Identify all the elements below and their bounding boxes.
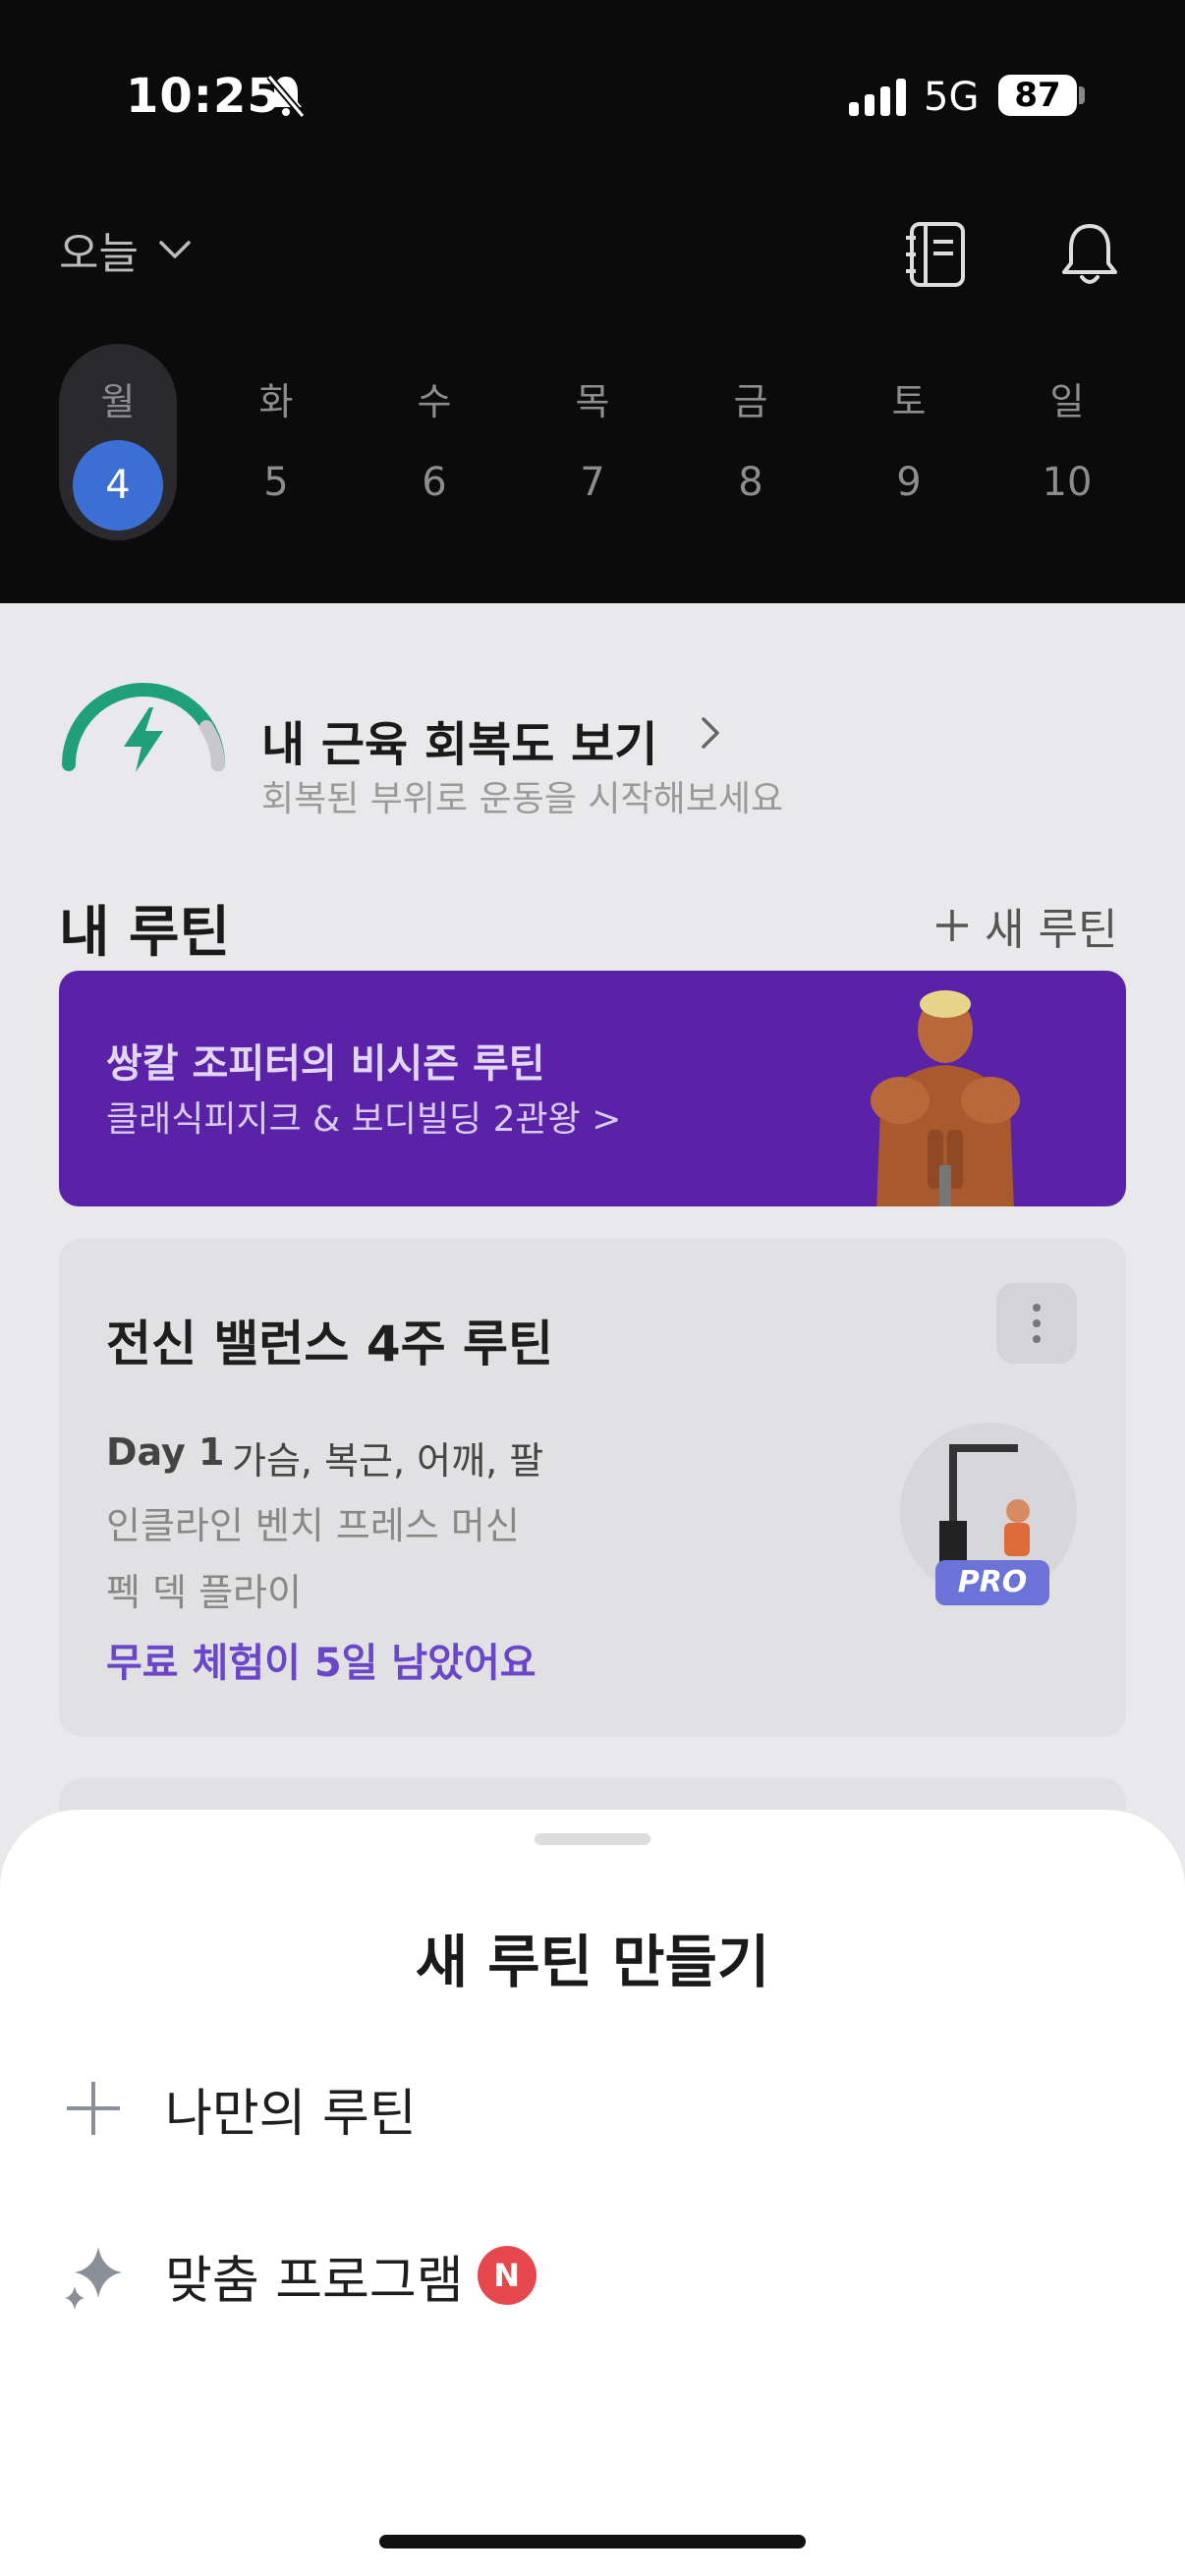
signal-strength-icon — [849, 77, 906, 116]
new-routine-button[interactable]: 새 루틴 — [933, 894, 1117, 957]
journal-icon[interactable] — [904, 220, 969, 289]
recovery-gauge-icon — [62, 683, 225, 772]
weekday-name: 화 — [258, 380, 294, 423]
new-routine-sheet: 새 루틴 만들기 나만의 루틴 맞춤 프로그램 N — [0, 1810, 1185, 2576]
weekday-date: 8 — [738, 460, 763, 505]
routine-body-parts: 가슴, 복근, 어깨, 팔 — [232, 1439, 544, 1483]
week-strip: 월 4 화 5 수 6 목 7 금 8 토 9 일 10 — [59, 344, 1126, 540]
option-label: 맞춤 프로그램 — [165, 2251, 464, 2311]
weekday-name: 월 — [100, 380, 136, 423]
battery-icon: 87 — [998, 75, 1077, 116]
pro-badge: PRO — [935, 1560, 1049, 1605]
day-selector[interactable]: 오늘 — [59, 218, 192, 281]
muscle-recovery-banner[interactable]: 내 근육 회복도 보기 회복된 부위로 운동을 시작해보세요 — [59, 654, 1140, 819]
routine-title: 전신 밸런스 4주 루틴 — [106, 1316, 554, 1372]
chevron-right-icon — [702, 717, 719, 749]
exercise-item: 펙 덱 플라이 — [106, 1571, 302, 1614]
weekday-sat[interactable]: 토 9 — [850, 344, 968, 540]
trial-remaining-text[interactable]: 무료 체험이 5일 남았어요 — [106, 1631, 536, 1688]
network-type: 5G — [924, 75, 980, 120]
recovery-subtitle: 회복된 부위로 운동을 시작해보세요 — [261, 779, 784, 819]
weekday-date: 9 — [896, 460, 922, 505]
weekday-thu[interactable]: 목 7 — [534, 344, 651, 540]
recovery-title: 내 근육 회복도 보기 — [261, 717, 658, 772]
weekday-sun[interactable]: 일 10 — [1008, 344, 1126, 540]
silent-mode-icon — [266, 74, 306, 118]
promo-subtitle: 클래식피지크 & 보디빌딩 2관왕 > — [106, 1099, 622, 1140]
custom-routine-option[interactable]: 나만의 루틴 — [59, 2059, 943, 2157]
promo-banner[interactable]: 쌍칼 조피터의 비시즌 루틴 클래식피지크 & 보디빌딩 2관왕 > — [59, 971, 1126, 1206]
sheet-title: 새 루틴 만들기 — [415, 1929, 770, 1995]
weekday-date: 4 — [73, 440, 163, 531]
status-bar: 10:25 5G 87 — [0, 0, 1185, 196]
weekday-name: 일 — [1049, 380, 1085, 423]
custom-program-option[interactable]: 맞춤 프로그램 N — [59, 2226, 943, 2324]
weekday-tue[interactable]: 화 5 — [217, 344, 335, 540]
plus-icon — [67, 2082, 120, 2135]
promo-title: 쌍칼 조피터의 비시즌 루틴 — [106, 1041, 545, 1087]
battery-cap — [1079, 86, 1085, 104]
weekday-date: 10 — [1042, 460, 1093, 505]
sparkle-icon — [65, 2247, 122, 2310]
routine-day-label: Day 1 — [106, 1430, 225, 1474]
weekday-date: 5 — [263, 460, 289, 505]
weekday-name: 금 — [733, 380, 768, 423]
weekday-fri[interactable]: 금 8 — [692, 344, 810, 540]
weekday-name: 목 — [575, 380, 610, 423]
option-label: 나만의 루틴 — [165, 2084, 417, 2144]
routine-card[interactable]: 전신 밸런스 4주 루틴 Day 1 가슴, 복근, 어깨, 팔 인클라인 벤치… — [59, 1238, 1126, 1737]
weekday-date: 7 — [580, 460, 605, 505]
more-options-button[interactable] — [996, 1283, 1077, 1364]
weekday-name: 토 — [891, 380, 927, 423]
routines-section-title: 내 루틴 — [59, 901, 231, 965]
weekday-wed[interactable]: 수 6 — [375, 344, 493, 540]
chevron-down-icon — [159, 241, 191, 258]
top-bar: 오늘 월 4 화 5 수 6 목 7 금 8 토 9 일 10 — [0, 196, 1185, 603]
day-selector-label: 오늘 — [59, 229, 139, 279]
sheet-grabber[interactable] — [535, 1833, 650, 1845]
weekday-name: 수 — [417, 380, 452, 423]
new-badge: N — [477, 2246, 536, 2305]
bodybuilder-image — [871, 990, 1020, 1206]
exercise-item: 인클라인 벤치 프레스 머신 — [106, 1504, 520, 1547]
new-routine-label: 새 루틴 — [985, 905, 1118, 955]
status-time: 10:25 — [126, 69, 281, 124]
weekday-date: 6 — [422, 460, 447, 505]
notification-bell-icon[interactable] — [1057, 220, 1122, 289]
home-indicator[interactable] — [379, 2535, 806, 2548]
weekday-mon[interactable]: 월 4 — [59, 344, 177, 540]
main-content: 내 근육 회복도 보기 회복된 부위로 운동을 시작해보세요 내 루틴 새 루틴… — [0, 603, 1185, 1896]
plus-icon — [936, 910, 968, 941]
